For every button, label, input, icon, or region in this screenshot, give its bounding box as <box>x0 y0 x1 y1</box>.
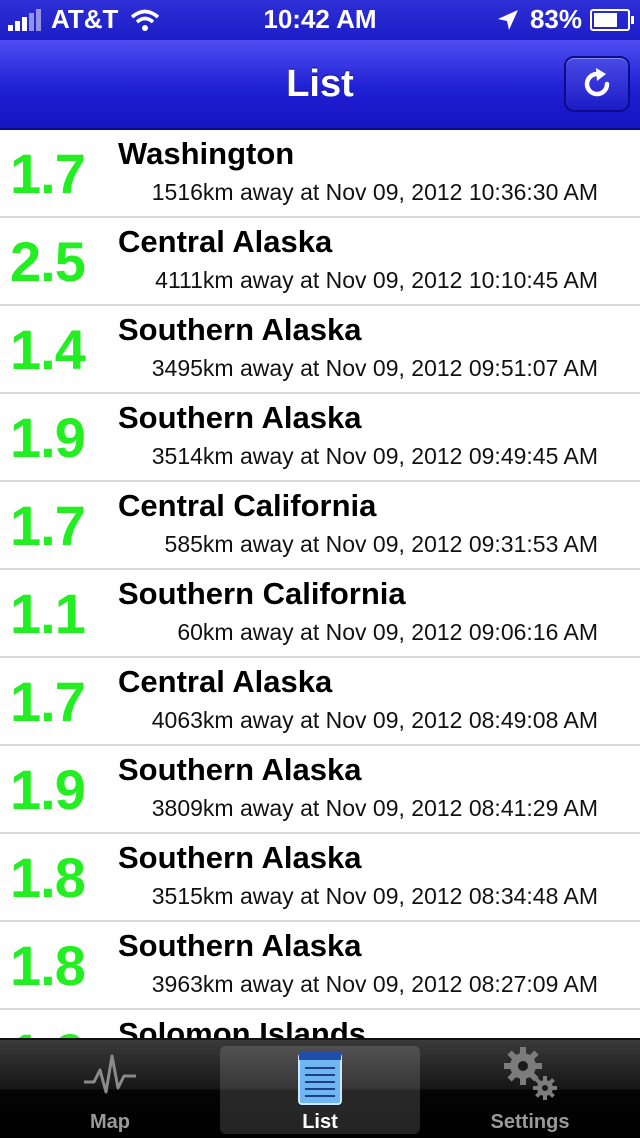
list-item[interactable]: 1.8 Southern Alaska 3963km away at Nov 09,… <box>0 922 640 1010</box>
distance-time-detail: 60km away at Nov 09, 2012 09:06:16 AM <box>177 619 598 645</box>
magnitude-value: 1.8 <box>10 846 86 909</box>
magnitude-value: 1.1 <box>10 582 86 645</box>
region-name: Solomon Islands <box>118 1016 367 1038</box>
status-right: 83% <box>496 4 634 35</box>
distance-time-detail: 4111km away at Nov 09, 2012 10:10:45 AM <box>155 267 598 293</box>
refresh-button[interactable] <box>564 56 630 112</box>
notepad-icon <box>298 1052 342 1105</box>
tab-list[interactable]: List <box>220 1046 420 1134</box>
page-title: List <box>286 63 354 105</box>
seismograph-icon <box>84 1054 136 1094</box>
magnitude-value: 1.7 <box>10 670 86 733</box>
tab-bar: Map List Settings <box>0 1038 640 1138</box>
list-item[interactable]: 1.1 Southern California 60km away at Nov 0… <box>0 570 640 658</box>
list-item[interactable]: 2.5 Central Alaska 4111km away at Nov 09, … <box>0 218 640 306</box>
tab-map-label: Map <box>90 1111 130 1133</box>
battery-icon <box>590 8 634 31</box>
distance-time-detail: 3963km away at Nov 09, 2012 08:27:09 AM <box>151 971 598 997</box>
magnitude-value: 1.9 <box>10 758 86 821</box>
distance-time-detail: 3495km away at Nov 09, 2012 09:51:07 AM <box>151 355 598 381</box>
distance-time-detail: 3515km away at Nov 09, 2012 08:34:48 AM <box>151 883 598 909</box>
region-name: Southern Alaska <box>118 840 362 875</box>
status-bar: AT&T 10:42 AM 83% <box>0 0 640 40</box>
region-name: Southern Alaska <box>118 400 362 435</box>
navigation-bar: List <box>0 40 640 130</box>
tab-settings[interactable]: Settings <box>430 1040 630 1138</box>
gear-icon <box>504 1047 557 1100</box>
battery-percent: 83% <box>529 4 582 34</box>
tab-settings-label: Settings <box>490 1111 570 1133</box>
distance-time-detail: 4063km away at Nov 09, 2012 08:49:08 AM <box>151 707 598 733</box>
magnitude-value: 1.9 <box>10 1022 106 1038</box>
location-arrow-icon <box>497 9 518 30</box>
region-name: Southern California <box>118 576 406 611</box>
distance-time-detail: 585km away at Nov 09, 2012 09:31:53 AM <box>164 531 598 557</box>
earthquake-list[interactable]: 1.7 Washington 1516km away at Nov 09, 2012… <box>0 130 640 1038</box>
region-name: Southern Alaska <box>118 928 362 963</box>
region-name: Washington <box>118 136 295 171</box>
list-item[interactable]: 1.4 Southern Alaska 3495km away at Nov 09,… <box>0 306 640 394</box>
region-name: Southern Alaska <box>118 752 362 787</box>
region-name: Central California <box>118 488 377 523</box>
refresh-icon <box>584 68 610 97</box>
list-item[interactable]: 1.8 Southern Alaska 3515km away at Nov 09,… <box>0 834 640 922</box>
list-item[interactable]: 1.9 Southern Alaska 3809km away at Nov 09,… <box>0 746 640 834</box>
tab-list-label: List <box>302 1111 338 1133</box>
magnitude-value: 1.4 <box>10 318 86 381</box>
region-name: Central Alaska <box>118 224 333 259</box>
region-name: Central Alaska <box>118 664 333 699</box>
list-item[interactable]: 1.7 Central Alaska 4063km away at Nov 09, … <box>0 658 640 746</box>
region-name: Southern Alaska <box>118 312 362 347</box>
magnitude-value: 2.5 <box>10 230 86 293</box>
list-item[interactable]: 1.7 Central California 585km away at Nov 0… <box>0 482 640 570</box>
list-item[interactable]: 1.7 Washington 1516km away at Nov 09, 2012… <box>0 130 640 218</box>
distance-time-detail: 3514km away at Nov 09, 2012 09:49:45 AM <box>151 443 598 469</box>
magnitude-value: 1.8 <box>10 934 86 997</box>
distance-time-detail: 1516km away at Nov 09, 2012 10:36:30 AM <box>151 179 598 205</box>
distance-time-detail: 3809km away at Nov 09, 2012 08:41:29 AM <box>151 795 598 821</box>
list-item[interactable]: 1.9 Southern Alaska 3514km away at Nov 09,… <box>0 394 640 482</box>
magnitude-value: 1.7 <box>10 494 86 557</box>
list-item[interactable]: 1.9 Solomon Islands <box>0 1010 640 1038</box>
magnitude-value: 1.7 <box>10 142 86 205</box>
tab-map[interactable]: Map <box>10 1040 210 1138</box>
magnitude-value: 1.9 <box>10 406 86 469</box>
